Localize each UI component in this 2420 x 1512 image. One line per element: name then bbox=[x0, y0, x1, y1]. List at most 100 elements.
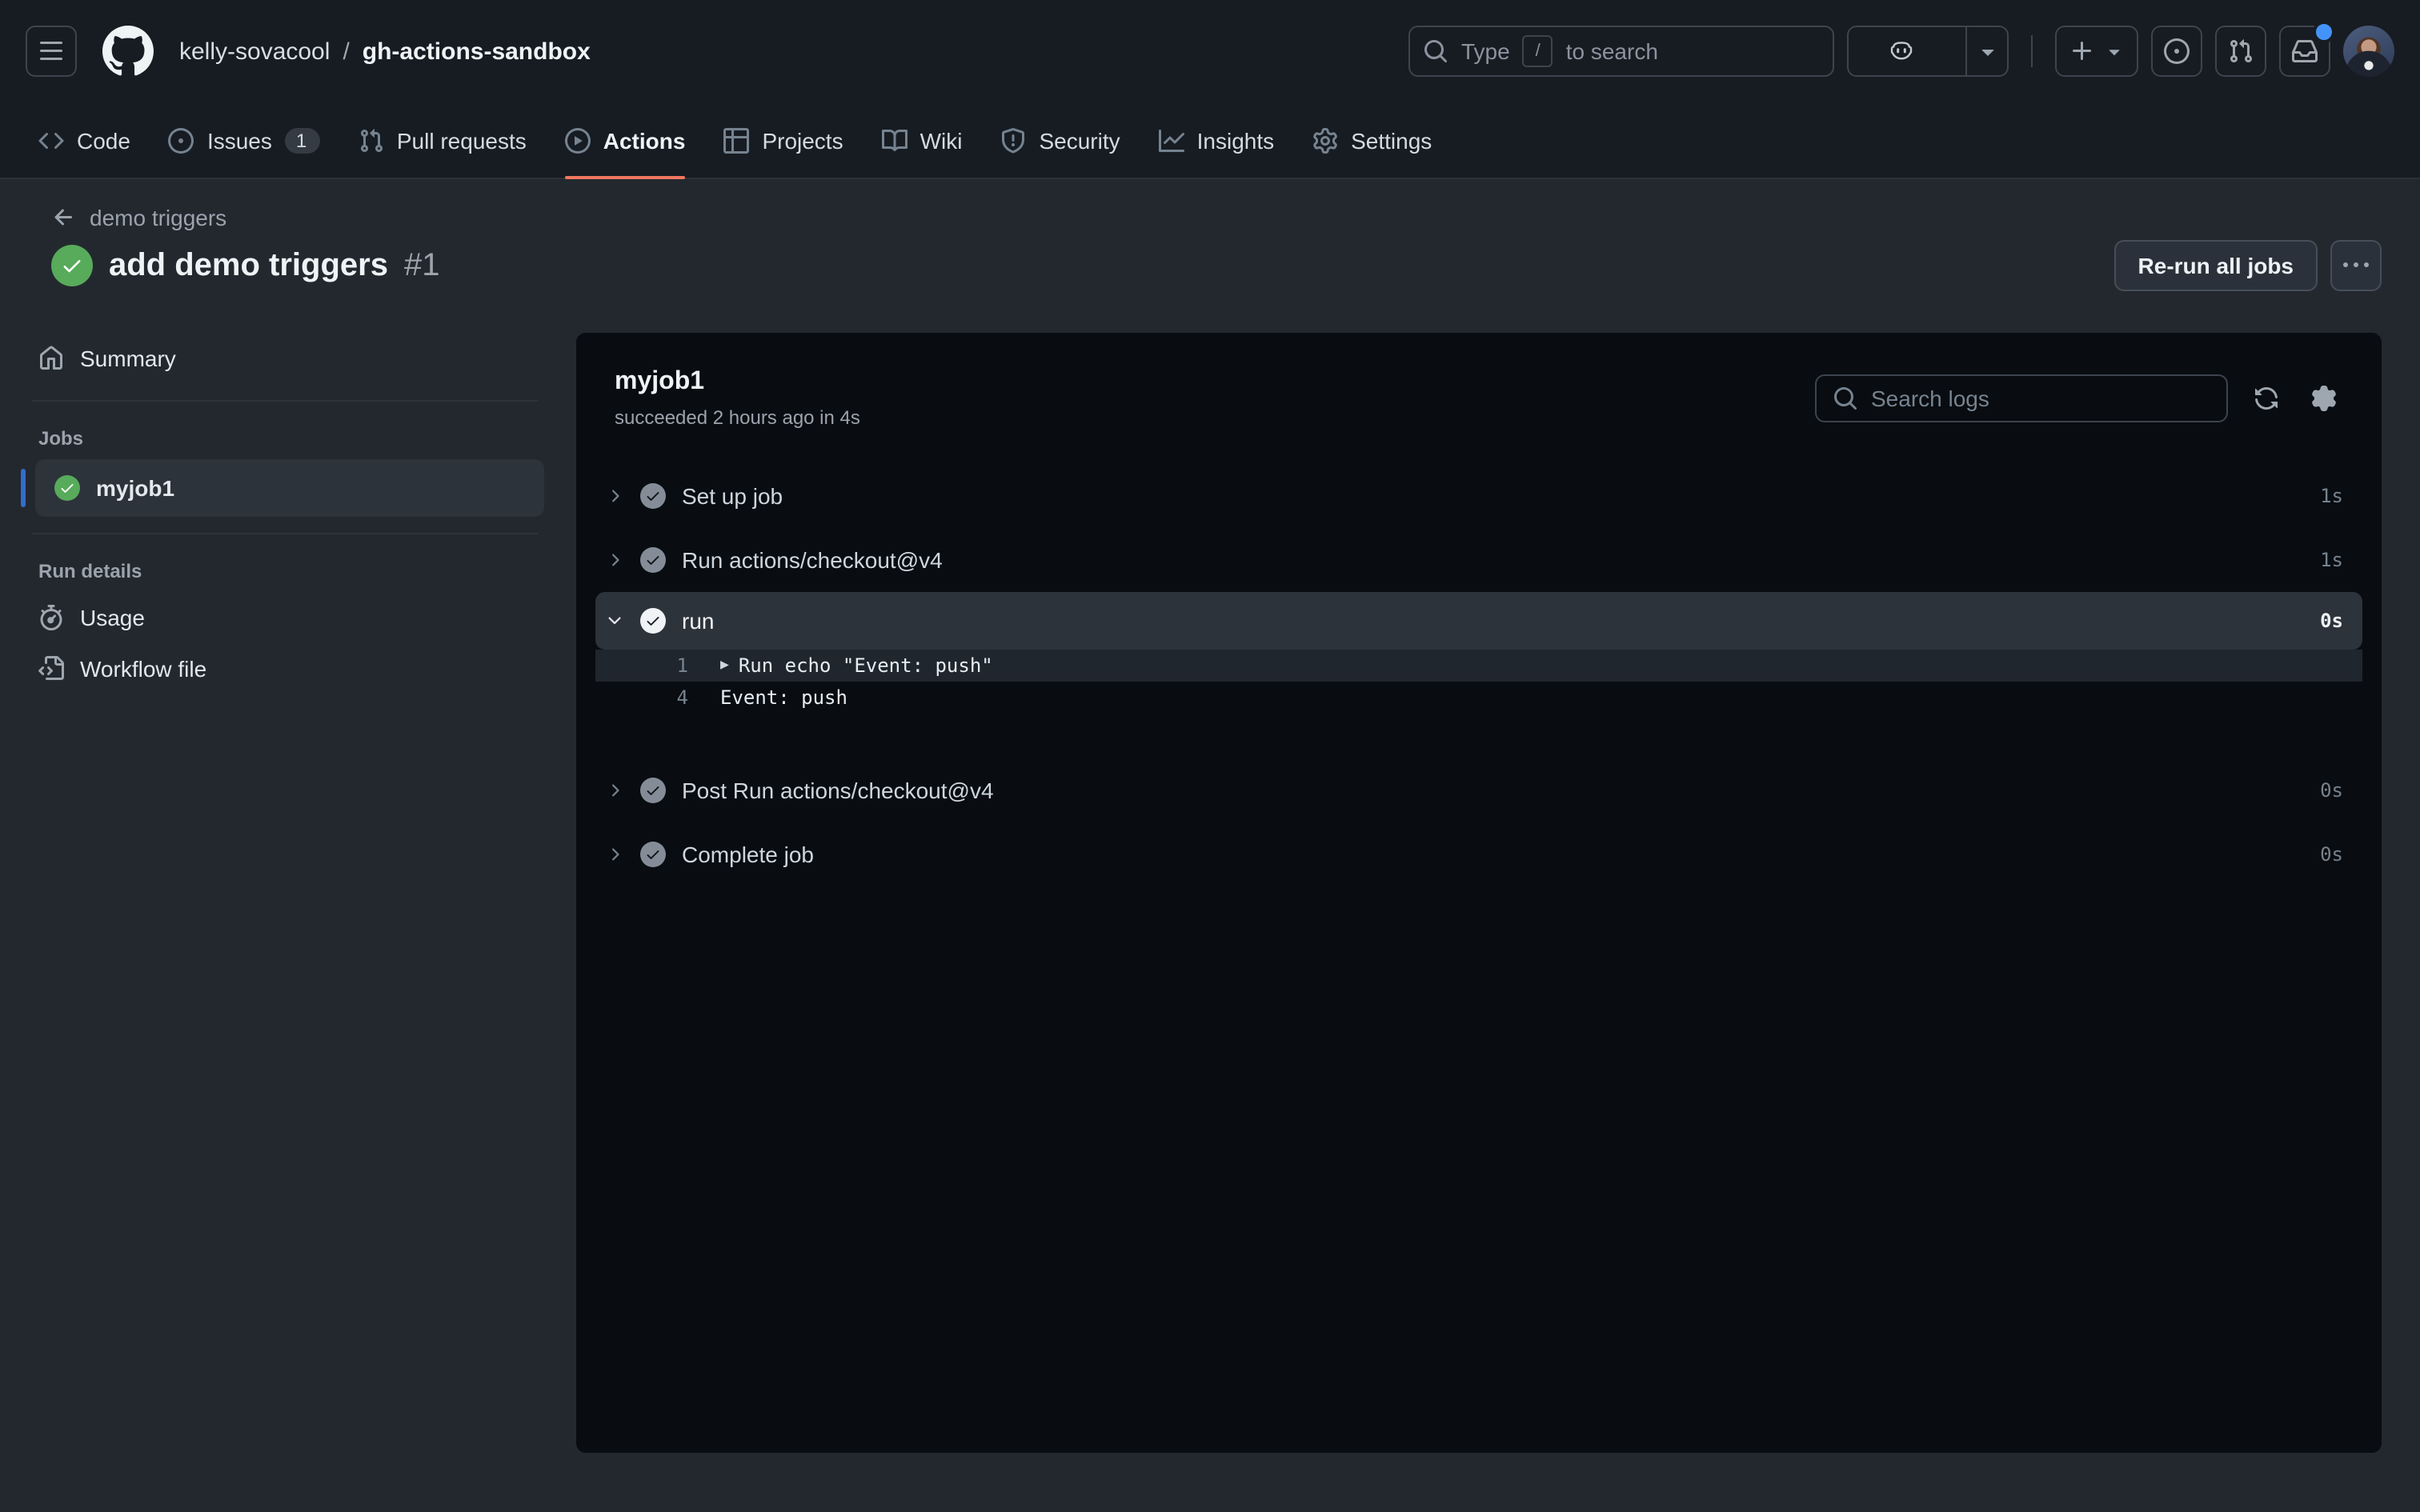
sidebar-item-usage[interactable]: Usage bbox=[26, 592, 544, 643]
sync-icon bbox=[2254, 386, 2279, 411]
slash-key-hint: / bbox=[1522, 35, 1553, 67]
log-steps: Set up job 1s Run actions/checkout@v4 1s… bbox=[576, 448, 2382, 902]
tab-projects[interactable]: Projects bbox=[711, 102, 855, 178]
unread-notification-dot bbox=[2313, 21, 2335, 43]
header-divider bbox=[2031, 35, 2033, 67]
breadcrumb-owner[interactable]: kelly-sovacool bbox=[179, 38, 330, 65]
step-post-run-checkout[interactable]: Post Run actions/checkout@v4 0s bbox=[595, 758, 2362, 822]
repo-nav: Code Issues 1 Pull requests Actions Proj… bbox=[0, 102, 2420, 179]
git-pull-request-icon bbox=[359, 127, 384, 153]
run-options-kebab-button[interactable] bbox=[2330, 240, 2382, 291]
tab-label: Actions bbox=[603, 127, 686, 153]
search-icon bbox=[1423, 38, 1448, 64]
sidebar-job-myjob1[interactable]: myjob1 bbox=[21, 459, 544, 517]
shield-icon bbox=[1000, 127, 1026, 153]
header-actions: Type / to search bbox=[1408, 21, 2394, 77]
log-line-text: Event: push bbox=[720, 686, 847, 709]
sidebar-item-label: Summary bbox=[80, 346, 176, 371]
arrow-left-icon bbox=[51, 205, 77, 230]
step-run[interactable]: run 0s bbox=[595, 592, 2362, 650]
success-check-icon bbox=[51, 245, 93, 286]
global-search-input[interactable]: Type / to search bbox=[1408, 26, 1834, 77]
tab-pull-requests[interactable]: Pull requests bbox=[346, 102, 539, 178]
log-line-command: Run echo "Event: push" bbox=[738, 654, 993, 677]
graph-icon bbox=[1158, 127, 1184, 153]
step-set-up-job[interactable]: Set up job 1s bbox=[595, 464, 2362, 528]
tab-actions[interactable]: Actions bbox=[552, 102, 699, 179]
tab-insights[interactable]: Insights bbox=[1146, 102, 1288, 178]
breadcrumb: kelly-sovacool / gh-actions-sandbox bbox=[179, 38, 591, 65]
three-bars-icon bbox=[38, 38, 64, 64]
sidebar-item-workflow-file[interactable]: Workflow file bbox=[26, 643, 544, 694]
log-line[interactable]: 4 Event: push bbox=[595, 682, 2362, 714]
step-complete-job[interactable]: Complete job 0s bbox=[595, 822, 2362, 886]
step-label: Complete job bbox=[682, 842, 814, 867]
chevron-down-icon bbox=[2102, 40, 2125, 62]
copilot-icon[interactable] bbox=[1849, 27, 1965, 75]
rerun-all-jobs-button[interactable]: Re-run all jobs bbox=[2113, 240, 2318, 291]
home-icon bbox=[38, 346, 64, 371]
step-duration: 0s bbox=[2320, 610, 2343, 632]
search-placeholder-prefix: Type bbox=[1461, 38, 1510, 64]
gear-icon bbox=[1312, 127, 1338, 153]
sidebar-divider bbox=[32, 533, 538, 534]
log-line-text: ▶ Run echo "Event: push" bbox=[720, 654, 993, 677]
jobs-heading: Jobs bbox=[38, 427, 84, 450]
issues-dashboard-button[interactable] bbox=[2151, 26, 2202, 77]
tab-label: Security bbox=[1039, 127, 1120, 153]
run-title-row: add demo triggers #1 Re-run all jobs bbox=[51, 240, 2382, 291]
job-header-text: myjob1 succeeded 2 hours ago in 4s bbox=[615, 368, 860, 429]
search-placeholder-suffix: to search bbox=[1565, 38, 1658, 64]
back-link-label: demo triggers bbox=[90, 205, 227, 230]
step-log-output: 1 ▶ Run echo "Event: push" 4 Event: push bbox=[595, 650, 2362, 714]
log-panel: myjob1 succeeded 2 hours ago in 4s Searc… bbox=[576, 333, 2382, 1453]
refresh-logs-button[interactable] bbox=[2247, 379, 2286, 418]
run-sidebar: Summary Jobs myjob1 Run details Usage Wo… bbox=[21, 310, 544, 694]
step-label: Post Run actions/checkout@v4 bbox=[682, 778, 994, 803]
tab-label: Pull requests bbox=[396, 127, 527, 153]
step-label: Set up job bbox=[682, 483, 783, 509]
back-to-workflow-link[interactable]: demo triggers bbox=[51, 205, 226, 230]
run-actions: Re-run all jobs bbox=[2113, 240, 2382, 291]
tab-security[interactable]: Security bbox=[988, 102, 1132, 178]
plus-icon bbox=[2069, 38, 2094, 64]
log-settings-button[interactable] bbox=[2305, 379, 2343, 418]
file-code-icon bbox=[38, 656, 64, 682]
pull-requests-dashboard-button[interactable] bbox=[2215, 26, 2266, 77]
step-run-checkout[interactable]: Run actions/checkout@v4 1s bbox=[595, 528, 2362, 592]
inbox-button[interactable] bbox=[2279, 21, 2335, 77]
github-actions-run-page: kelly-sovacool / gh-actions-sandbox Type… bbox=[0, 0, 2420, 1512]
step-label: run bbox=[682, 608, 715, 634]
tab-code[interactable]: Code bbox=[26, 102, 143, 178]
log-group-toggle-icon[interactable]: ▶ bbox=[720, 658, 729, 674]
log-line[interactable]: 1 ▶ Run echo "Event: push" bbox=[595, 650, 2362, 682]
search-icon bbox=[1833, 386, 1858, 411]
tab-issues[interactable]: Issues 1 bbox=[156, 102, 333, 178]
tab-settings[interactable]: Settings bbox=[1300, 102, 1444, 178]
job-name-label: myjob1 bbox=[96, 475, 175, 501]
step-duration: 0s bbox=[2320, 843, 2343, 866]
issue-opened-icon bbox=[168, 127, 194, 153]
search-logs-placeholder: Search logs bbox=[1871, 386, 1989, 411]
github-logo-icon[interactable] bbox=[102, 26, 154, 77]
tab-label: Code bbox=[77, 127, 130, 153]
sidebar-item-summary[interactable]: Summary bbox=[26, 333, 544, 384]
tab-label: Insights bbox=[1196, 127, 1275, 153]
copilot-button[interactable] bbox=[1847, 26, 2009, 77]
tab-wiki[interactable]: Wiki bbox=[869, 102, 976, 178]
chevron-down-icon bbox=[605, 611, 624, 630]
step-group-run: run 0s 1 ▶ Run echo "Event: push" 4 Event… bbox=[595, 592, 2362, 714]
breadcrumb-repo[interactable]: gh-actions-sandbox bbox=[363, 38, 591, 65]
kebab-icon bbox=[2343, 253, 2369, 278]
hamburger-menu-button[interactable] bbox=[26, 26, 77, 77]
log-line-number: 1 bbox=[676, 654, 688, 677]
run-number: #1 bbox=[403, 247, 440, 282]
user-avatar[interactable] bbox=[2343, 26, 2394, 77]
create-new-button[interactable] bbox=[2055, 26, 2138, 77]
copilot-dropdown-caret[interactable] bbox=[1965, 27, 2007, 75]
main-content: Summary Jobs myjob1 Run details Usage Wo… bbox=[0, 310, 2420, 1453]
step-success-icon bbox=[640, 483, 666, 509]
search-logs-input[interactable]: Search logs bbox=[1815, 374, 2228, 422]
job-success-icon bbox=[54, 475, 80, 501]
tab-label: Issues bbox=[206, 127, 272, 153]
